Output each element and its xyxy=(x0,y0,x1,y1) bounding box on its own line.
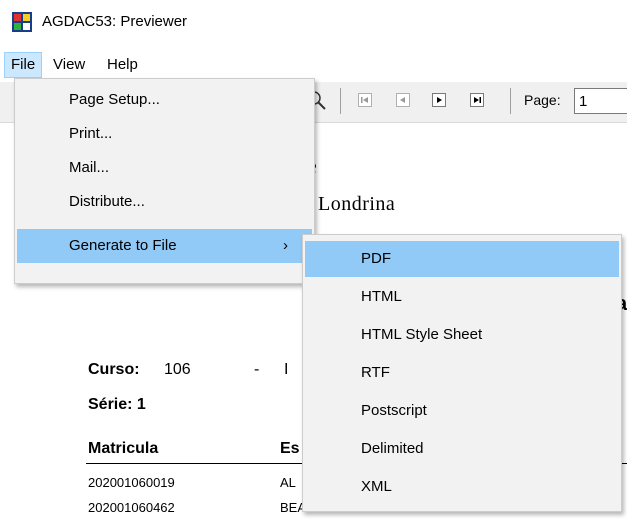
generate-to-file-submenu: PDF HTML HTML Style Sheet RTF Postscript… xyxy=(302,234,622,512)
menu-item-distribute[interactable]: Distribute... xyxy=(17,185,312,219)
row-matricula: 202001060462 xyxy=(88,500,175,515)
row-matricula: 202001060019 xyxy=(88,475,175,490)
menu-item-page-setup[interactable]: Page Setup... xyxy=(17,83,312,117)
toolbar-separator xyxy=(510,88,511,114)
menu-item-label: Distribute... xyxy=(69,193,145,210)
menu-file[interactable]: File xyxy=(4,52,43,78)
submenu-item-rtf[interactable]: RTF xyxy=(305,355,619,391)
report-header-line2: Londrina xyxy=(318,193,396,215)
file-menu: Page Setup... Print... Mail... Distribut… xyxy=(14,78,315,284)
curso-value: 106 xyxy=(164,361,191,378)
last-page-icon[interactable] xyxy=(470,93,484,107)
next-page-icon[interactable] xyxy=(432,93,446,107)
submenu-item-label: PDF xyxy=(361,250,391,267)
submenu-item-label: HTML Style Sheet xyxy=(361,326,483,343)
menu-item-label: Mail... xyxy=(69,159,110,176)
menu-item-generate-to-file[interactable]: Generate to File › xyxy=(17,229,312,263)
submenu-item-xml[interactable]: XML xyxy=(305,469,619,505)
submenu-item-html[interactable]: HTML xyxy=(305,279,619,315)
menu-bar xyxy=(0,52,627,78)
serie-label: Série: 1 xyxy=(88,396,146,413)
submenu-arrow-icon: › xyxy=(283,237,288,254)
column-header-matricula: Matricula xyxy=(88,440,159,457)
submenu-item-pdf[interactable]: PDF xyxy=(305,241,619,277)
curso-label: Curso: xyxy=(88,361,140,378)
submenu-item-label: HTML xyxy=(361,288,402,305)
submenu-item-label: RTF xyxy=(361,364,390,381)
menu-item-label: Page Setup... xyxy=(69,91,160,108)
window-title: AGDAC53: Previewer xyxy=(42,13,188,30)
submenu-item-html-style-sheet[interactable]: HTML Style Sheet xyxy=(305,317,619,353)
app-icon xyxy=(12,12,32,32)
toolbar-separator xyxy=(340,88,341,114)
curso-name: I xyxy=(284,361,289,378)
curso-dash: - xyxy=(254,361,260,378)
previous-page-icon[interactable] xyxy=(396,93,410,107)
menu-view[interactable]: View xyxy=(47,52,91,78)
menu-item-label: Print... xyxy=(69,125,113,142)
menu-item-print[interactable]: Print... xyxy=(17,117,312,151)
submenu-item-label: Delimited xyxy=(361,440,424,457)
first-page-icon[interactable] xyxy=(358,93,372,107)
submenu-item-label: XML xyxy=(361,478,392,495)
submenu-item-label: Postscript xyxy=(361,402,427,419)
menu-item-mail[interactable]: Mail... xyxy=(17,151,312,185)
row-student-name: AL xyxy=(280,475,296,490)
page-number-input[interactable] xyxy=(574,88,627,114)
column-header-estudante: Es xyxy=(280,440,300,457)
submenu-item-delimited[interactable]: Delimited xyxy=(305,431,619,467)
menu-help[interactable]: Help xyxy=(101,52,144,78)
submenu-item-postscript[interactable]: Postscript xyxy=(305,393,619,429)
menu-item-label: Generate to File xyxy=(69,237,177,254)
page-label: Page: xyxy=(524,92,561,108)
